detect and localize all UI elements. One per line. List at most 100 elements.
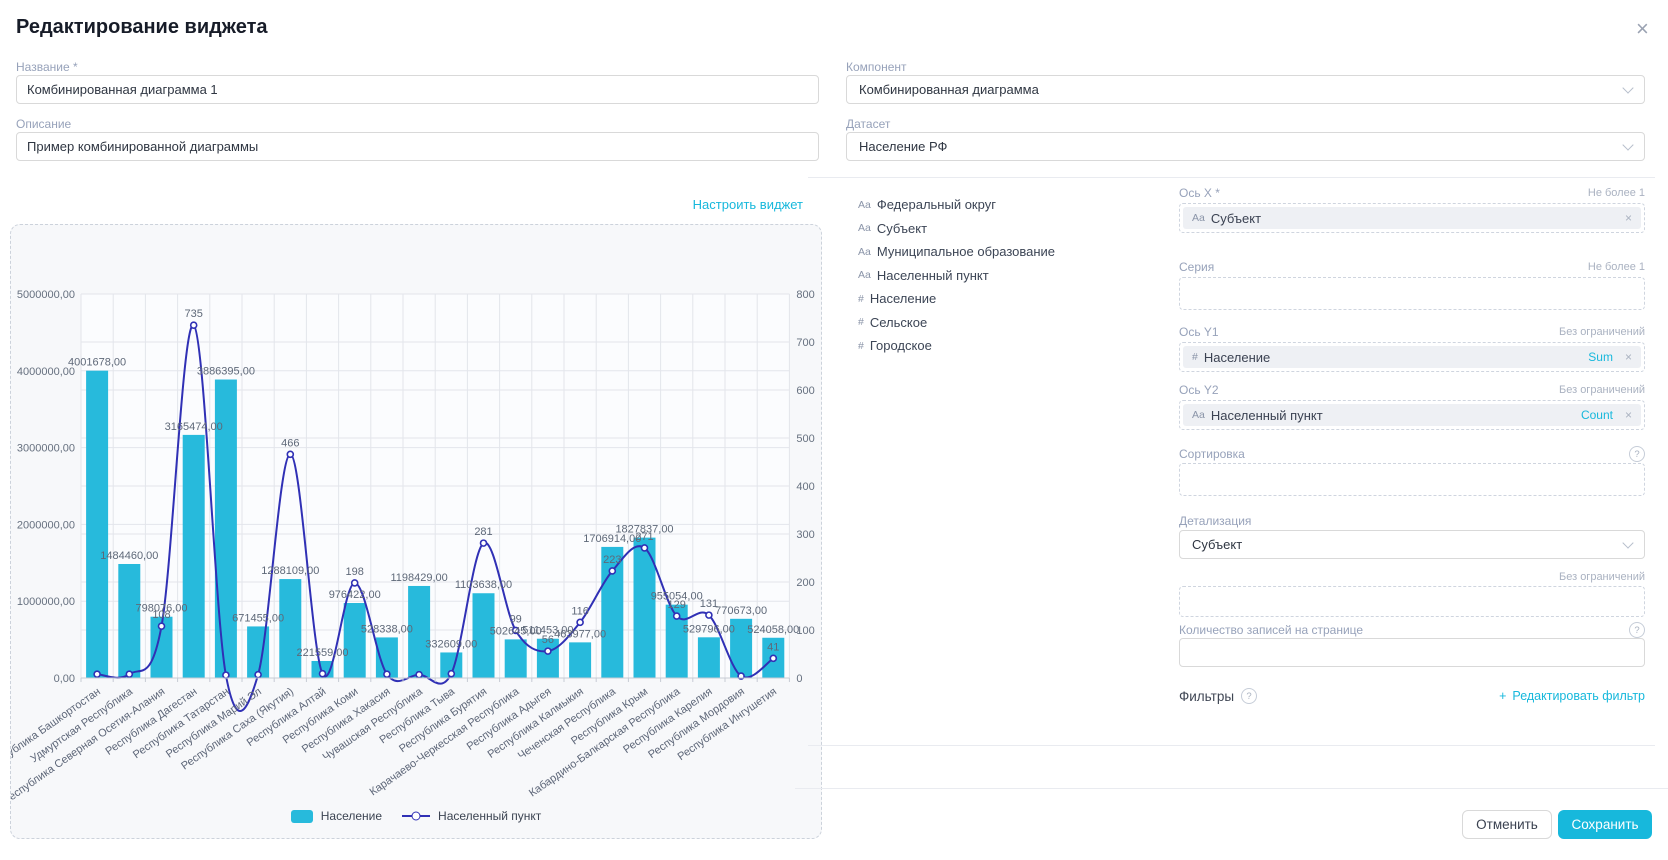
line-point[interactable] bbox=[416, 672, 422, 678]
remove-icon[interactable] bbox=[1625, 408, 1632, 422]
axis-y1-dropzone[interactable]: # Население Sum bbox=[1179, 342, 1645, 372]
extra-limit: Без ограничений bbox=[1559, 571, 1645, 583]
bar[interactable] bbox=[279, 579, 301, 678]
line-point[interactable] bbox=[609, 568, 615, 574]
name-input[interactable] bbox=[16, 75, 819, 104]
dataset-select[interactable]: Население РФ bbox=[846, 132, 1645, 161]
line-point[interactable] bbox=[481, 540, 487, 546]
axis-y1-chip[interactable]: # Население Sum bbox=[1183, 346, 1641, 368]
edit-filter-link[interactable]: Редактировать фильтр bbox=[1499, 689, 1645, 703]
dataset-field-item[interactable]: Aa Федеральный округ bbox=[858, 193, 1158, 217]
help-icon[interactable] bbox=[1241, 688, 1257, 704]
y-right-tick-label: 200 bbox=[796, 577, 814, 589]
line-point[interactable] bbox=[674, 613, 680, 619]
save-button[interactable]: Сохранить bbox=[1558, 810, 1652, 839]
field-label: Населенный пункт bbox=[877, 268, 989, 283]
chevron-down-icon bbox=[1622, 537, 1633, 548]
field-type-icon: Aa bbox=[1192, 212, 1205, 224]
configure-widget-link[interactable]: Настроить виджет bbox=[693, 197, 803, 212]
bar[interactable] bbox=[344, 603, 366, 678]
bar-value-label: 524058,00 bbox=[747, 624, 799, 636]
bar-value-label: 1103638,00 bbox=[455, 579, 512, 591]
legend-bar-swatch[interactable] bbox=[291, 810, 313, 823]
line-value-label: 466 bbox=[281, 437, 299, 449]
bar[interactable] bbox=[601, 547, 623, 678]
component-value: Комбинированная диаграмма bbox=[859, 82, 1039, 97]
axis-y2-dropzone[interactable]: Aa Населенный пункт Count bbox=[1179, 400, 1645, 430]
dataset-field-item[interactable]: #Городское bbox=[858, 334, 1158, 358]
line-point[interactable] bbox=[94, 671, 100, 677]
footer-divider bbox=[795, 788, 1668, 789]
line-point[interactable] bbox=[352, 580, 358, 586]
chevron-down-icon bbox=[1622, 82, 1633, 93]
panel-bottom-divider bbox=[808, 745, 1655, 746]
bar[interactable] bbox=[698, 637, 720, 678]
legend-bar-label[interactable]: Население bbox=[321, 809, 382, 823]
y-right-tick-label: 100 bbox=[796, 625, 814, 637]
help-icon[interactable] bbox=[1629, 622, 1645, 638]
dataset-field-item[interactable]: AaНаселенный пункт bbox=[858, 264, 1158, 288]
y-right-tick-label: 400 bbox=[796, 481, 814, 493]
line-point[interactable] bbox=[770, 655, 776, 661]
aggregation-badge[interactable]: Count bbox=[1581, 408, 1613, 422]
dataset-field-item[interactable]: #Сельское bbox=[858, 311, 1158, 335]
line-point[interactable] bbox=[159, 623, 165, 629]
dataset-field-item[interactable]: AaСубъект bbox=[858, 217, 1158, 241]
axis-y2-chip[interactable]: Aa Населенный пункт Count bbox=[1183, 404, 1641, 426]
component-select[interactable]: Комбинированная диаграмма bbox=[846, 75, 1645, 104]
cancel-button[interactable]: Отменить bbox=[1462, 810, 1552, 839]
line-point[interactable] bbox=[545, 648, 551, 654]
bar[interactable] bbox=[569, 642, 591, 678]
axis-x-dropzone[interactable]: Aa Субъект bbox=[1179, 203, 1645, 233]
line-point[interactable] bbox=[255, 672, 261, 678]
sorting-dropzone[interactable] bbox=[1179, 463, 1645, 496]
line-point[interactable] bbox=[642, 545, 648, 551]
bar[interactable] bbox=[118, 564, 140, 678]
line-point[interactable] bbox=[448, 671, 454, 677]
description-input[interactable] bbox=[16, 132, 819, 161]
dataset-field-item[interactable]: #Население bbox=[858, 287, 1158, 311]
series-dropzone[interactable] bbox=[1179, 277, 1645, 310]
legend-line-marker[interactable] bbox=[402, 815, 430, 817]
legend-line-label[interactable]: Населенный пункт bbox=[438, 809, 541, 823]
bar-value-label: 3886395,00 bbox=[197, 366, 255, 378]
axis-y1-chip-label: Население bbox=[1204, 350, 1270, 365]
dataset-field-item[interactable]: AaМуниципальное образование bbox=[858, 240, 1158, 264]
axis-x-chip[interactable]: Aa Субъект bbox=[1183, 207, 1641, 229]
line-point[interactable] bbox=[384, 671, 390, 677]
line-point[interactable] bbox=[577, 619, 583, 625]
line-point[interactable] bbox=[320, 671, 326, 677]
line-value-label: 735 bbox=[185, 308, 203, 320]
field-label: Федеральный округ bbox=[877, 197, 996, 212]
bar[interactable] bbox=[86, 371, 108, 678]
help-icon[interactable] bbox=[1629, 446, 1645, 462]
axis-y1-label: Ось Y1 bbox=[1179, 325, 1219, 339]
line-value-label: 129 bbox=[668, 599, 686, 611]
detail-label: Детализация bbox=[1179, 514, 1251, 528]
field-type-icon: Aa bbox=[858, 222, 871, 234]
filters-label: Фильтры bbox=[1179, 689, 1234, 704]
bar[interactable] bbox=[247, 626, 269, 678]
remove-icon[interactable] bbox=[1625, 211, 1632, 225]
line-point[interactable] bbox=[126, 671, 132, 677]
detail-select[interactable]: Субъект bbox=[1179, 530, 1645, 559]
field-type-icon: # bbox=[858, 293, 864, 305]
field-label: Сельское bbox=[870, 315, 927, 330]
y-right-tick-label: 700 bbox=[796, 337, 814, 349]
bar[interactable] bbox=[183, 435, 205, 678]
line-point[interactable] bbox=[223, 672, 229, 678]
y-right-tick-label: 800 bbox=[796, 289, 814, 301]
line-value-label: 116 bbox=[571, 605, 589, 617]
extra-dropzone[interactable] bbox=[1179, 586, 1645, 617]
remove-icon[interactable] bbox=[1625, 350, 1632, 364]
bar[interactable] bbox=[505, 639, 527, 678]
bar-value-label: 332609,00 bbox=[425, 638, 477, 650]
line-point[interactable] bbox=[287, 451, 293, 457]
page-size-input[interactable] bbox=[1179, 638, 1645, 667]
close-icon[interactable] bbox=[1636, 18, 1649, 40]
bar-value-label: 1288109,00 bbox=[261, 565, 319, 577]
line-point[interactable] bbox=[191, 322, 197, 328]
line-point[interactable] bbox=[706, 612, 712, 618]
field-type-icon: Aa bbox=[858, 199, 871, 211]
aggregation-badge[interactable]: Sum bbox=[1588, 350, 1613, 364]
